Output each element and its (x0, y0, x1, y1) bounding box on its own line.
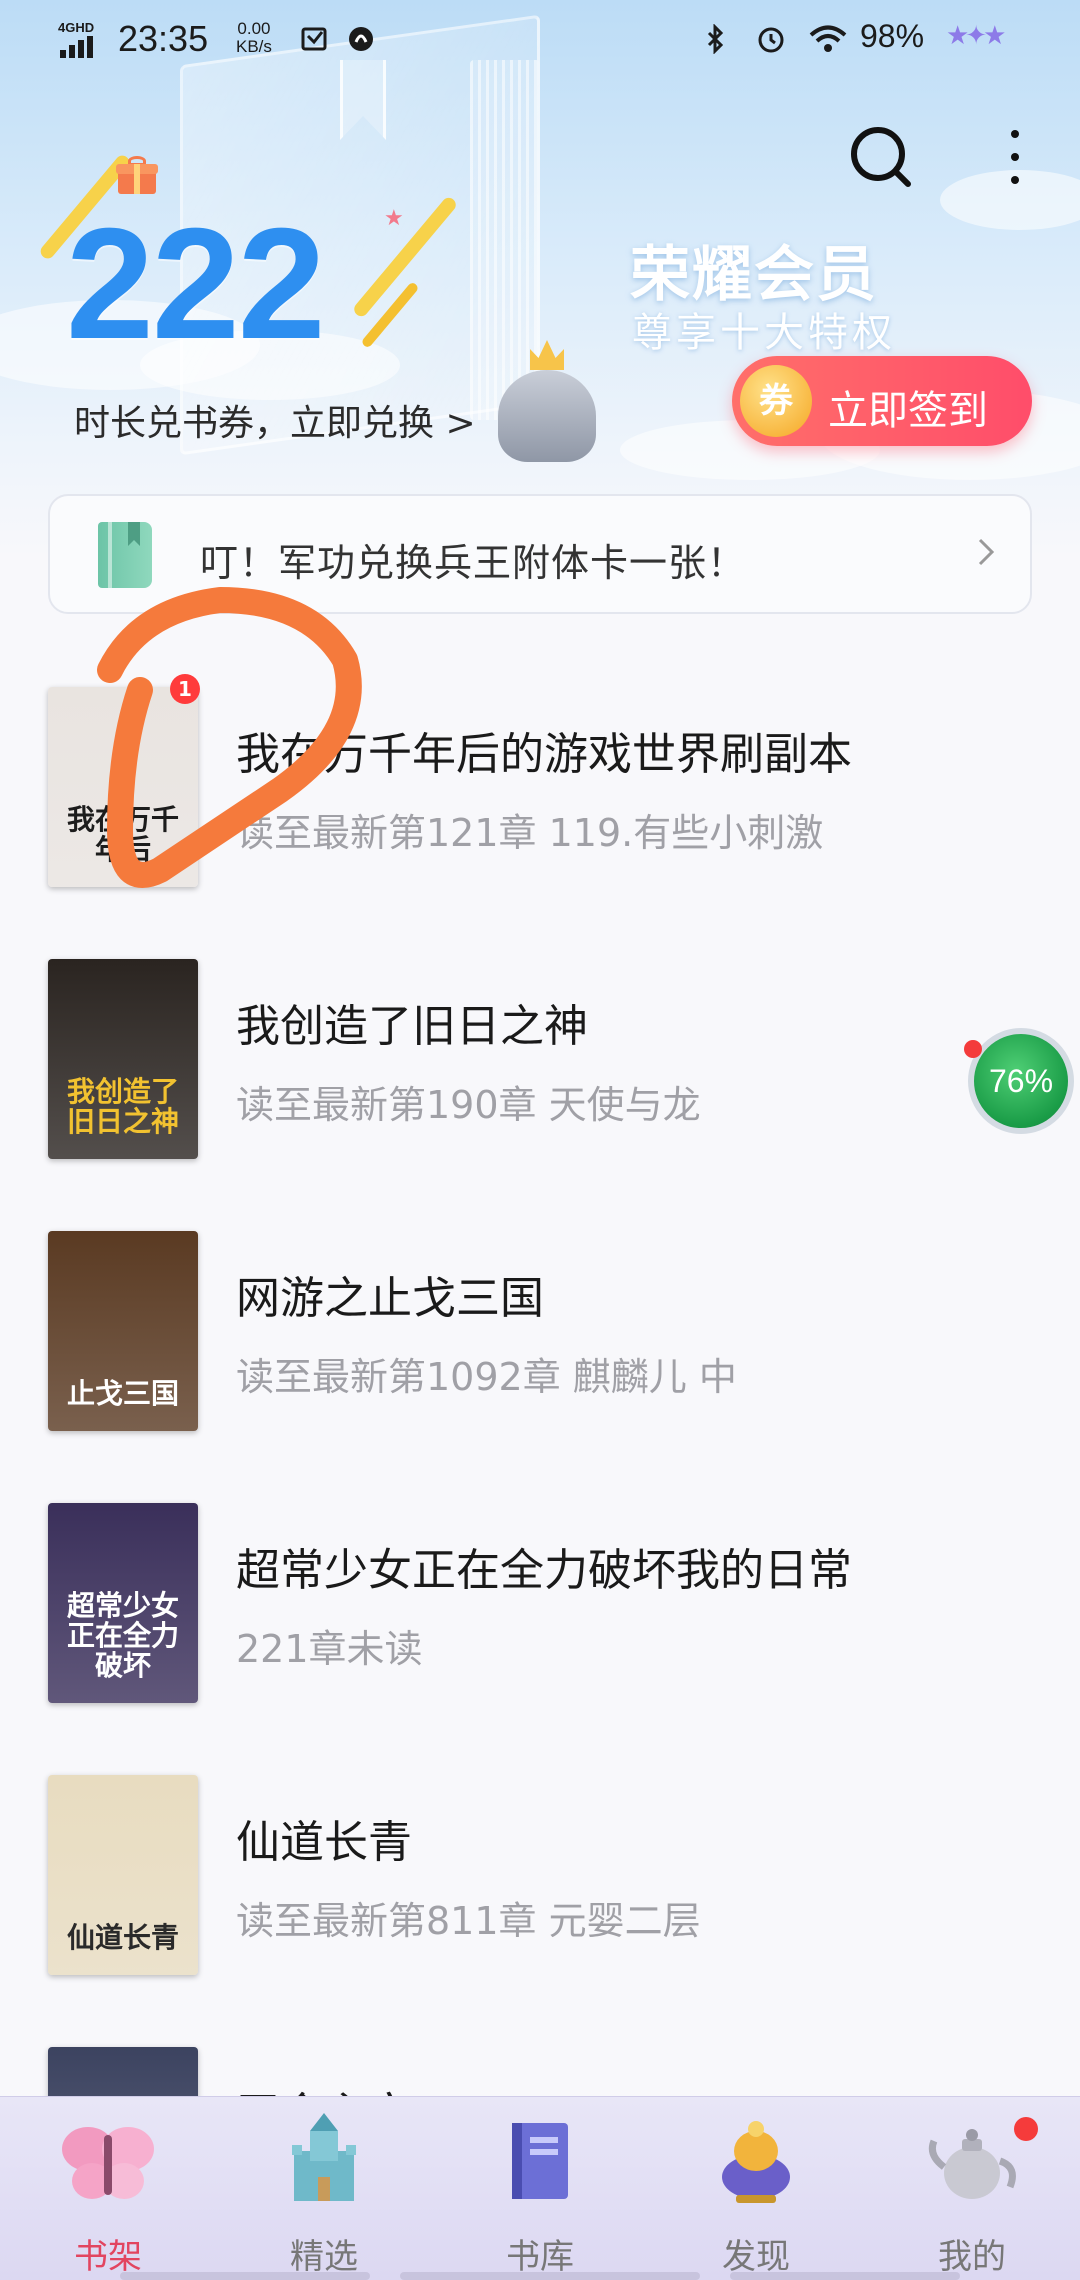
book-title: 网游之止戈三国 (236, 1273, 544, 1324)
nav-discover[interactable]: 发现 (648, 2097, 864, 2280)
nav-featured[interactable]: 精选 (216, 2097, 432, 2280)
book-item[interactable]: 我创造了旧日之神 我创造了旧日之神 读至最新第190章 天使与龙 (0, 952, 1080, 1182)
nav-label: 我的 (938, 2237, 1006, 2277)
nav-label: 精选 (290, 2237, 358, 2277)
book-title: 我在万千年后的游戏世界刷副本 (236, 729, 852, 780)
book-cover: 我创造了旧日之神 (48, 959, 198, 1159)
wifi-icon (809, 25, 847, 52)
book-cover: 止戈三国 (48, 1231, 198, 1431)
book-item[interactable]: 超常少女正在全力破坏 超常少女正在全力破坏我的日常 221章未读 (0, 1496, 1080, 1726)
nav-label: 书架 (74, 2237, 142, 2277)
app-notification-icon (349, 27, 373, 51)
reading-time-count[interactable]: 222 (66, 205, 326, 363)
nav-label: 发现 (722, 2237, 790, 2277)
gesture-bar (120, 2272, 370, 2280)
notice-banner[interactable]: 叮！军功兑换兵王附体卡一张！ (48, 494, 1032, 614)
redeem-coupon-link[interactable]: 时长兑书券，立即兑换 > (74, 394, 476, 446)
network-speed: 0.00 KB/s (236, 19, 272, 56)
gesture-bar (730, 2272, 960, 2280)
lamp-icon (722, 2121, 790, 2203)
coupon-coin-icon: 券 (740, 365, 812, 437)
book-progress: 读至最新第1092章 麒麟儿 中 (236, 1355, 737, 1399)
book-icon (98, 522, 152, 588)
book-item[interactable]: 仙道长青 仙道长青 读至最新第811章 元婴二层 (0, 1768, 1080, 1998)
star-decoration-icon: ★ (384, 206, 404, 231)
book-progress: 读至最新第190章 天使与龙 (236, 1083, 701, 1127)
nav-label: 书库 (506, 2237, 574, 2277)
battery-level: 98% (860, 18, 925, 54)
gesture-bar (400, 2272, 700, 2280)
notice-text: 叮！军功兑换兵王附体卡一张！ (200, 541, 747, 585)
stars-icon: ★✦★ (946, 20, 1006, 50)
book-item[interactable]: 我在万千年后 1 我在万千年后的游戏世界刷副本 读至最新第121章 119.有些… (0, 674, 1080, 910)
chevron-right-icon (978, 538, 995, 566)
book-progress: 221章未读 (236, 1627, 423, 1671)
nav-me[interactable]: 我的 (864, 2097, 1080, 2280)
more-options-icon[interactable] (998, 122, 1032, 192)
bluetooth-icon (707, 24, 724, 54)
castle-icon (292, 2113, 356, 2201)
status-time: 23:35 (118, 18, 209, 59)
book-icon (512, 2123, 568, 2199)
vip-subtitle: 尊享十大特权 (632, 310, 896, 356)
cellular-signal-icon: 4GHD (58, 20, 110, 60)
book-item[interactable]: 止戈三国 网游之止戈三国 读至最新第1092章 麒麟儿 中 (0, 1224, 1080, 1454)
teapot-icon (928, 2129, 1016, 2199)
book-cover: 我在万千年后 (48, 687, 198, 887)
book-cover: 仙道长青 (48, 1775, 198, 1975)
update-badge: 1 (170, 674, 200, 704)
alarm-icon (758, 27, 784, 53)
bottom-navigation: 书架 精选 书库 发现 我的 (0, 2096, 1080, 2280)
book-progress: 读至最新第811章 元婴二层 (236, 1899, 701, 1943)
sign-in-button[interactable]: 券 立即签到 (732, 356, 1032, 446)
screenshot-icon (301, 27, 327, 51)
nav-bookshelf[interactable]: 书架 (0, 2097, 216, 2280)
butterfly-icon (62, 2127, 154, 2199)
notification-dot (964, 1040, 982, 1058)
status-bar: 4GHD 23:35 0.00 KB/s 98% ★✦★ (0, 0, 1080, 84)
floating-speed-ball[interactable]: 76% (968, 1028, 1074, 1134)
book-progress: 读至最新第121章 119.有些小刺激 (236, 811, 824, 855)
book-title: 仙道长青 (236, 1817, 412, 1868)
mascot-icon (494, 340, 600, 462)
sign-in-label: 立即签到 (828, 388, 988, 434)
book-title: 我创造了旧日之神 (236, 1001, 588, 1052)
book-cover: 超常少女正在全力破坏 (48, 1503, 198, 1703)
gift-icon[interactable] (116, 156, 158, 194)
notification-dot (1014, 2117, 1038, 2141)
book-title: 超常少女正在全力破坏我的日常 (236, 1545, 852, 1596)
nav-library[interactable]: 书库 (432, 2097, 648, 2280)
search-icon[interactable] (846, 122, 916, 192)
